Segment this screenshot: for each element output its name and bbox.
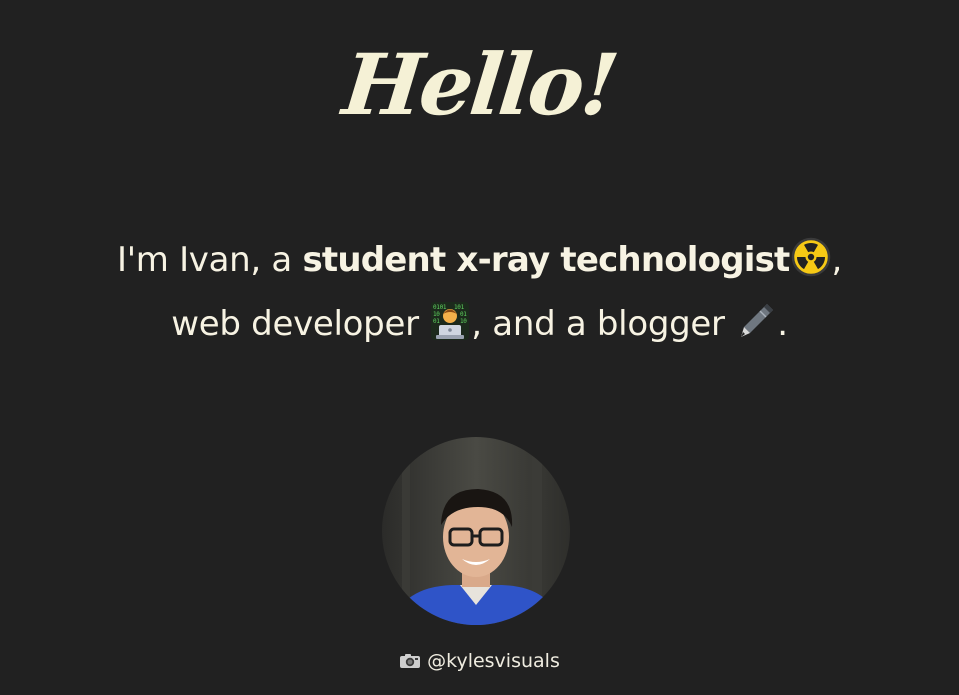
svg-text:10: 10 — [460, 318, 467, 325]
intro-text: I'm Ivan, a student x-ray technologist ,… — [40, 228, 919, 356]
role-xray: student x-ray technologist — [302, 240, 790, 280]
page-title: Hello! — [338, 35, 621, 134]
intro-lead: I'm Ivan, a — [116, 240, 303, 280]
pen-icon — [741, 304, 774, 337]
svg-text:101: 101 — [454, 304, 465, 311]
radioactive-icon — [791, 237, 830, 277]
intro-end: . — [777, 304, 788, 344]
technologist-icon: 0101 101 10 01 01 10 — [431, 302, 470, 340]
camera-icon — [400, 654, 421, 668]
svg-text:01: 01 — [433, 318, 440, 325]
avatar — [382, 437, 570, 625]
photo-credit: @kylesvisuals — [0, 648, 959, 674]
svg-text:01: 01 — [460, 311, 467, 318]
intro-sep2: , and a blogger — [471, 304, 736, 344]
intro-sep1: , — [831, 240, 843, 280]
role-webdev: web developer — [171, 304, 430, 344]
svg-text:10: 10 — [433, 311, 440, 318]
credit-handle[interactable]: @kylesvisuals — [427, 650, 560, 672]
avatar-photo — [382, 437, 570, 625]
svg-text:0101: 0101 — [433, 304, 447, 311]
